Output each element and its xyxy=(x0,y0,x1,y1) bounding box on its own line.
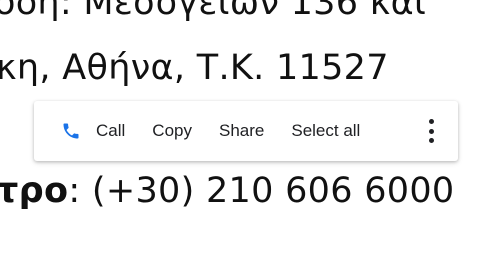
call-button[interactable]: Call xyxy=(96,121,125,141)
address-line: οδη: Μεσογείων 136 και xyxy=(0,0,426,23)
city-postcode-line: κη, Αθήνα, Τ.Κ. 11527 xyxy=(0,48,389,88)
select-all-button[interactable]: Select all xyxy=(291,121,360,141)
copy-button[interactable]: Copy xyxy=(152,121,192,141)
text-selection-toolbar: Call Copy Share Select all xyxy=(34,101,458,161)
page: οδη: Μεσογείων 136 και κη, Αθήνα, Τ.Κ. 1… xyxy=(0,0,480,270)
address-line-text: οδη: Μεσογείων 136 και xyxy=(0,0,427,23)
more-vert-icon[interactable] xyxy=(426,119,436,143)
phone-line: τρο: (+30) 210 606 6000 xyxy=(0,171,455,211)
phone-number[interactable]: : (+30) 210 606 6000 xyxy=(68,171,454,211)
overflow-dot xyxy=(428,119,434,124)
phone-icon[interactable] xyxy=(60,120,82,142)
city-postcode-text: κη, Αθήνα, Τ.Κ. 11527 xyxy=(0,48,389,88)
share-button[interactable]: Share xyxy=(219,121,264,141)
overflow-dot xyxy=(428,128,434,134)
overflow-dot xyxy=(428,138,434,143)
phone-label: τρο xyxy=(0,171,69,211)
